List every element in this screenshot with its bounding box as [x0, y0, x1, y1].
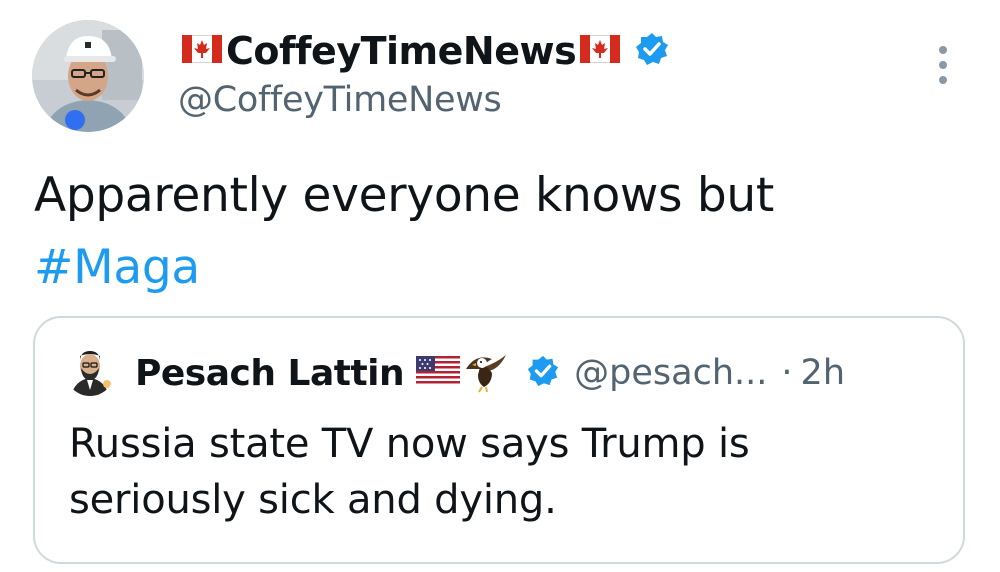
author-display-name[interactable]: CoffeyTimeNews [226, 29, 577, 73]
more-options-icon[interactable] [928, 40, 958, 90]
author-handle[interactable]: @CoffeyTimeNews [178, 80, 670, 120]
quoted-tweet-time[interactable]: 2h [801, 353, 845, 393]
verified-badge-icon[interactable] [526, 354, 560, 392]
quoted-author-avatar[interactable] [65, 346, 115, 396]
us-flag-icon [416, 356, 461, 390]
separator-dot: · [781, 353, 793, 393]
hashtag-link[interactable]: #Maga [34, 232, 934, 304]
quoted-tweet-text: Russia state TV now says Trump is seriou… [69, 421, 750, 523]
author-avatar[interactable] [32, 20, 144, 132]
quoted-author-display-name[interactable]: Pesach Lattin [135, 353, 405, 394]
quoted-tweet[interactable]: Pesach Lattin @pesach... · 2h Russia sta… [33, 316, 965, 564]
tweet-text: Apparently everyone knows but [34, 168, 775, 223]
canada-flag-icon [181, 34, 223, 67]
verified-badge-icon[interactable] [634, 31, 670, 71]
author-info: CoffeyTimeNews @CoffeyTimeNews [178, 26, 670, 120]
canada-flag-icon [579, 34, 621, 67]
quoted-tweet-header: Pesach Lattin @pesach... · 2h [135, 348, 845, 398]
tweet-body: Apparently everyone knows but #Maga [34, 160, 934, 304]
tweet[interactable]: CoffeyTimeNews @CoffeyTimeNews Apparentl… [0, 0, 1000, 572]
quoted-author-handle[interactable]: @pesach... [574, 353, 767, 393]
eagle-icon [462, 349, 510, 397]
display-name-row[interactable]: CoffeyTimeNews [178, 26, 670, 76]
